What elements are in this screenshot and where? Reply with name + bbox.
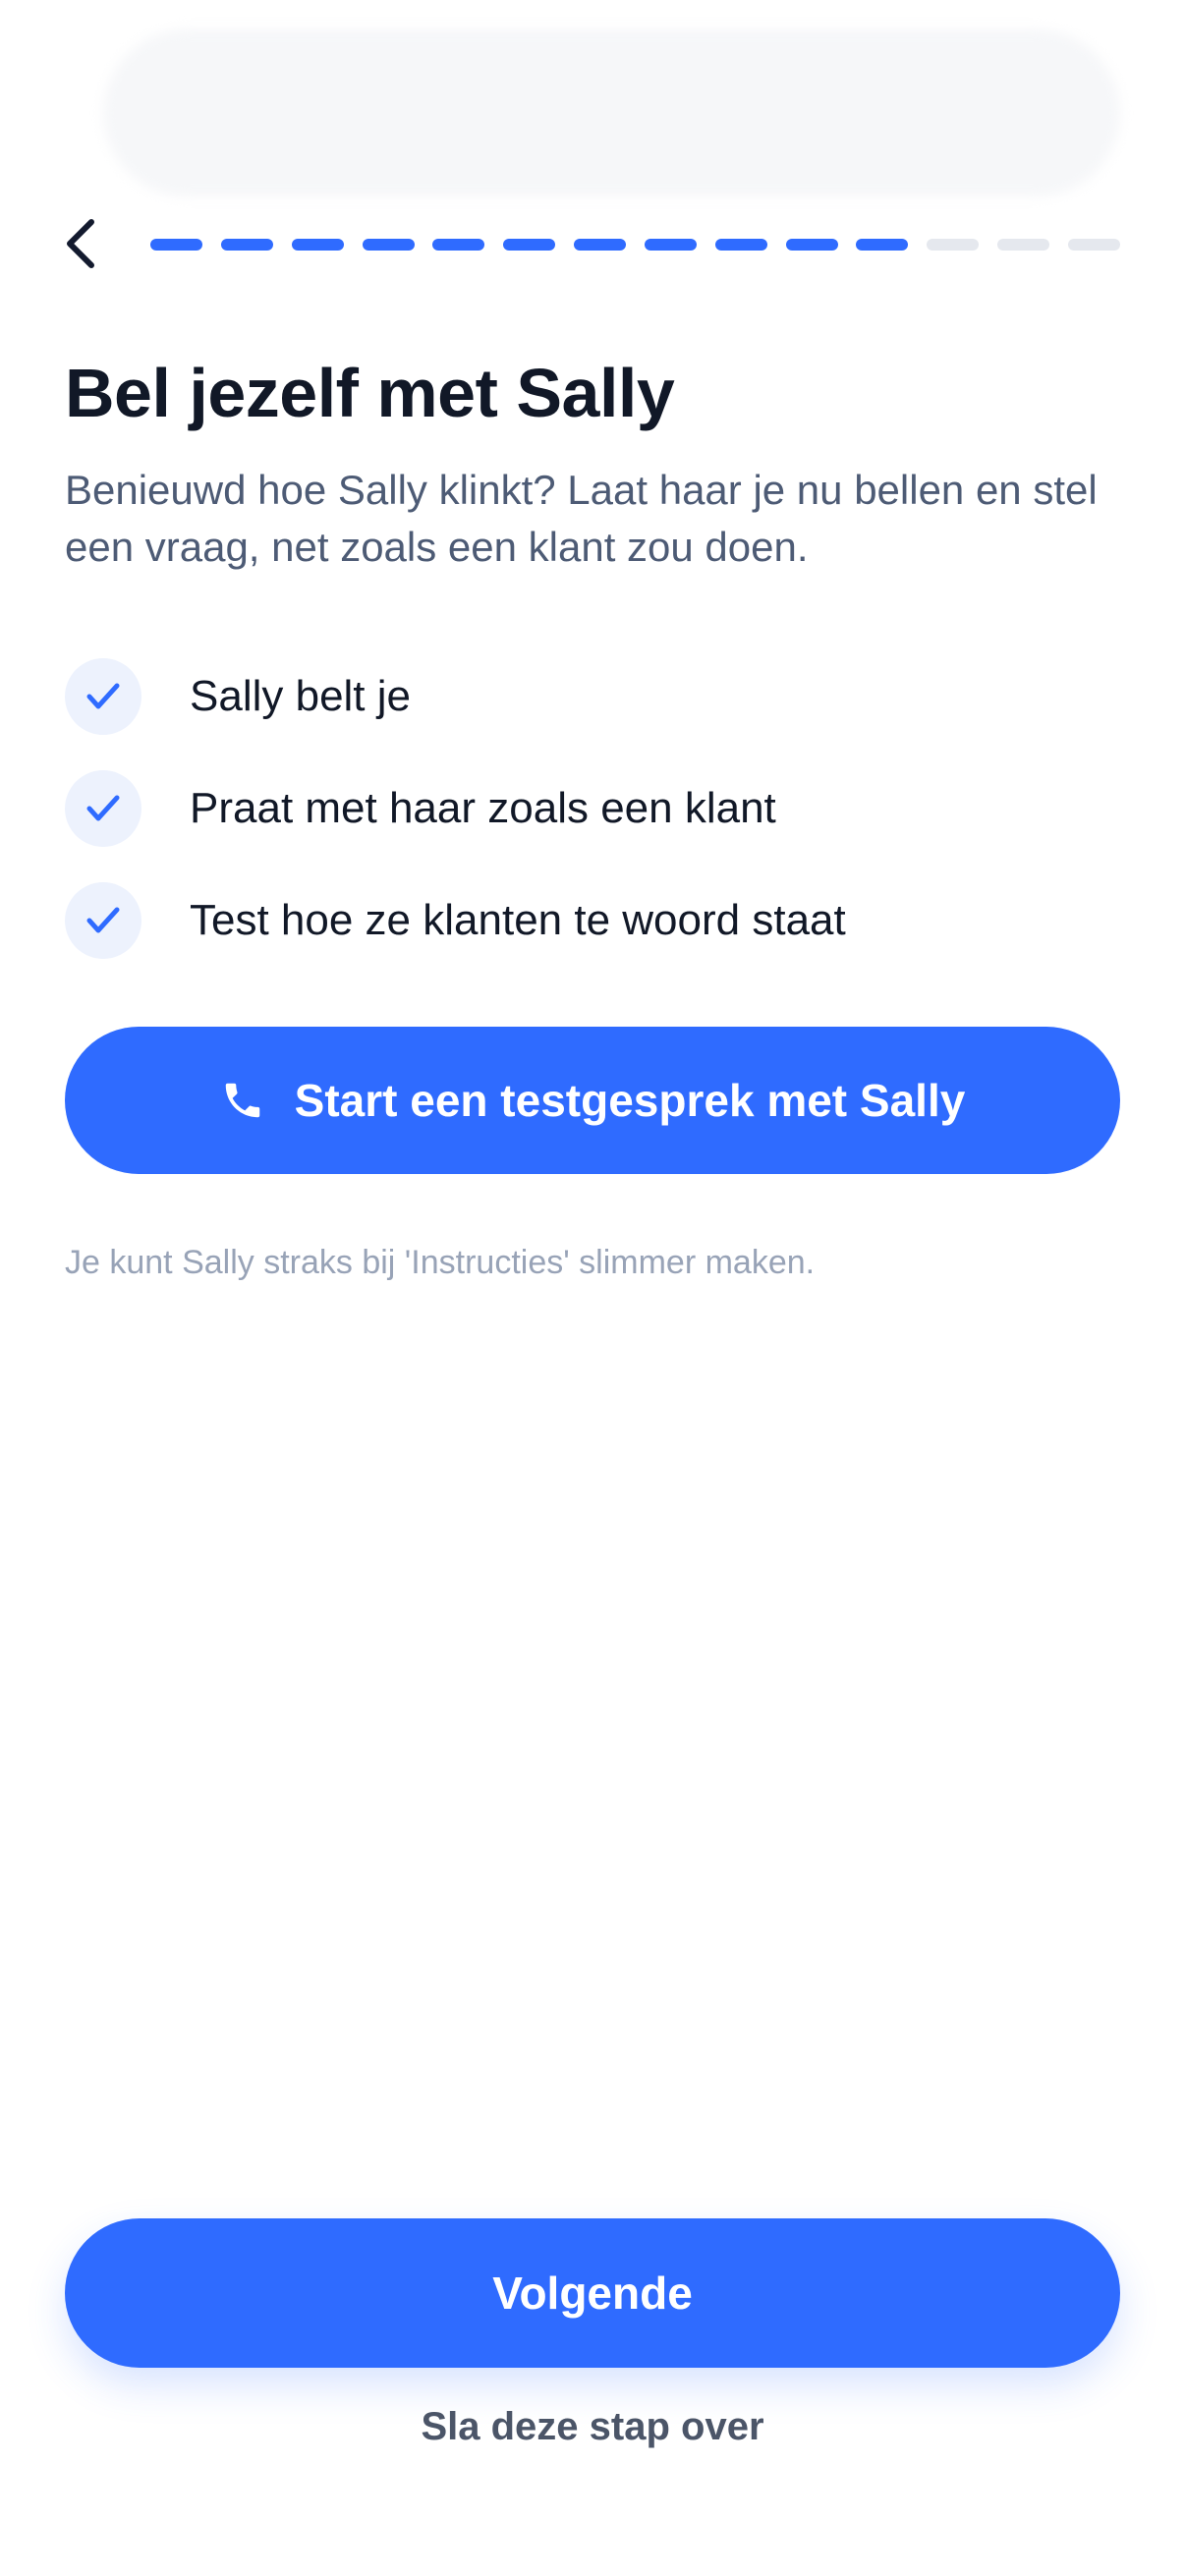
- phone-icon: [220, 1078, 265, 1123]
- progress-step-complete: [503, 239, 556, 251]
- checklist-item: Sally belt je: [65, 658, 1126, 735]
- start-test-call-button[interactable]: Start een testgesprek met Sally: [65, 1027, 1120, 1174]
- next-button[interactable]: Volgende: [65, 2218, 1120, 2368]
- progress-step-pending: [927, 239, 980, 251]
- checklist-item-label: Praat met haar zoals een klant: [190, 784, 776, 832]
- hint-text: Je kunt Sally straks bij 'Instructies' s…: [65, 1244, 816, 1281]
- checkmark-icon: [65, 770, 141, 847]
- checklist-item: Test hoe ze klanten te woord staat: [65, 882, 1126, 959]
- checklist-item-label: Sally belt je: [190, 672, 412, 720]
- progress-step-pending: [997, 239, 1050, 251]
- progress-step-complete: [150, 239, 202, 251]
- feature-checklist: Sally belt je Praat met haar zoals een k…: [65, 658, 1126, 994]
- progress-step-complete: [644, 239, 697, 251]
- page-subtitle: Benieuwd hoe Sally klinkt? Laat haar je …: [65, 467, 1098, 570]
- checkmark-icon: [65, 658, 141, 735]
- back-button[interactable]: [51, 214, 110, 273]
- start-test-call-label: Start een testgesprek met Sally: [294, 1075, 966, 1126]
- progress-step-complete: [714, 239, 767, 251]
- progress-step-complete: [291, 239, 344, 251]
- progress-step-complete: [220, 239, 273, 251]
- skip-step-link[interactable]: Sla deze stap over: [0, 2405, 1185, 2449]
- progress-step-complete: [785, 239, 838, 251]
- onboarding-header: [0, 196, 1185, 295]
- status-bar-placeholder: [103, 29, 1120, 196]
- page-title: Bel jezelf met Sally: [65, 355, 675, 431]
- chevron-left-icon: [67, 219, 94, 268]
- progress-step-complete: [856, 239, 909, 251]
- checkmark-icon: [65, 882, 141, 959]
- progress-step-complete: [362, 239, 415, 251]
- checklist-item: Praat met haar zoals een klant: [65, 770, 1126, 847]
- progress-step-complete: [432, 239, 485, 251]
- checklist-item-label: Test hoe ze klanten te woord staat: [190, 896, 846, 944]
- progress-indicator: [150, 239, 1120, 251]
- progress-step-pending: [1067, 239, 1120, 251]
- progress-step-complete: [574, 239, 627, 251]
